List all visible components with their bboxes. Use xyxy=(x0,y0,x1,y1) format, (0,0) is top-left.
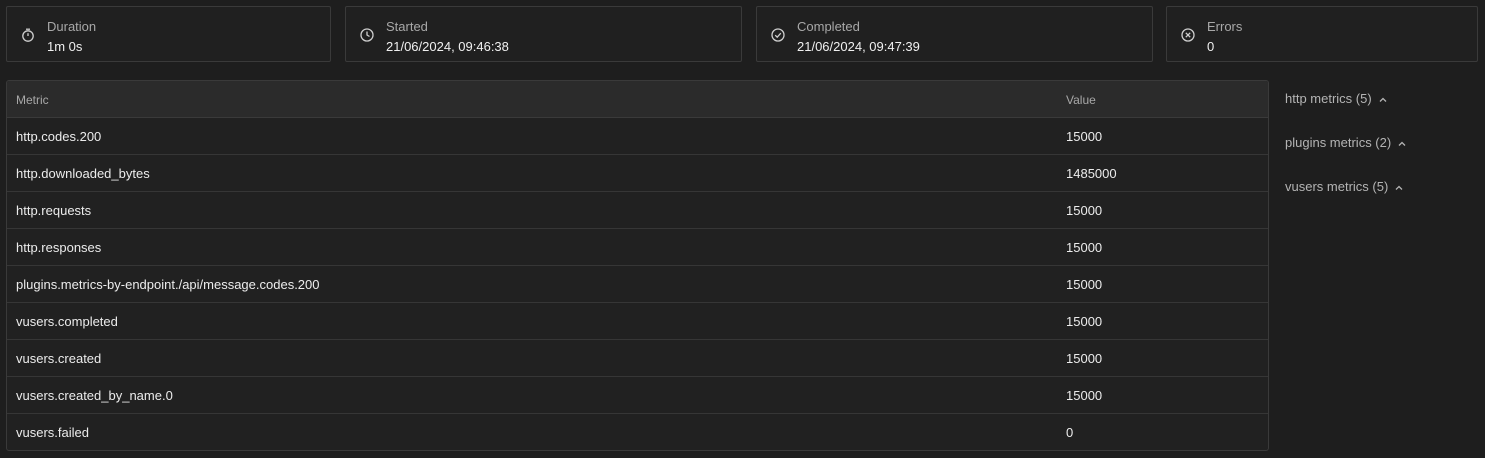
summary-stats: Duration 1m 0s Started 21/06/2024, 09:46… xyxy=(0,0,1485,70)
metric-name: vusers.completed xyxy=(16,314,118,329)
errors-value: 0 xyxy=(1207,39,1215,54)
metric-value: 0 xyxy=(1066,425,1074,440)
table-header: Metric Value xyxy=(7,81,1268,118)
plugins-metrics-toggle[interactable]: plugins metrics (2) xyxy=(1285,132,1475,176)
errors-card: Errors 0 xyxy=(1166,6,1478,62)
metric-name: vusers.created_by_name.0 xyxy=(16,388,173,403)
column-header-value[interactable]: Value xyxy=(1066,93,1096,107)
table-row: vusers.created_by_name.0 15000 xyxy=(7,377,1268,414)
errors-label: Errors xyxy=(1207,19,1243,34)
metric-name: vusers.created xyxy=(16,351,102,366)
metric-name: http.requests xyxy=(16,203,92,218)
http-metrics-label: http metrics (5) xyxy=(1285,91,1372,106)
metric-value: 15000 xyxy=(1066,240,1103,255)
check-circle-icon xyxy=(771,28,785,42)
metric-name: plugins.metrics-by-endpoint./api/message… xyxy=(16,277,320,292)
completed-label: Completed xyxy=(797,19,860,34)
table-row: http.requests 15000 xyxy=(7,192,1268,229)
completed-value: 21/06/2024, 09:47:39 xyxy=(797,39,920,54)
table-row: http.responses 15000 xyxy=(7,229,1268,266)
table-row: vusers.failed 0 xyxy=(7,414,1268,450)
vusers-metrics-label: vusers metrics (5) xyxy=(1285,179,1389,194)
table-row: plugins.metrics-by-endpoint./api/message… xyxy=(7,266,1268,303)
stopwatch-icon xyxy=(22,28,34,42)
metric-name: vusers.failed xyxy=(16,425,89,440)
clock-icon xyxy=(360,28,374,42)
table-row: vusers.created 15000 xyxy=(7,340,1268,377)
table-row: http.codes.200 15000 xyxy=(7,118,1268,155)
duration-label: Duration xyxy=(47,19,97,34)
metric-value: 15000 xyxy=(1066,351,1103,366)
metric-name: http.downloaded_bytes xyxy=(16,166,150,181)
x-circle-icon xyxy=(1181,28,1195,42)
http-metrics-toggle[interactable]: http metrics (5) xyxy=(1285,88,1475,132)
metric-name: http.responses xyxy=(16,240,102,255)
started-value: 21/06/2024, 09:46:38 xyxy=(386,39,509,54)
metric-value: 15000 xyxy=(1066,314,1103,329)
duration-value: 1m 0s xyxy=(47,39,83,54)
vusers-metrics-toggle[interactable]: vusers metrics (5) xyxy=(1285,176,1475,220)
metric-name: http.codes.200 xyxy=(16,129,102,144)
column-header-metric[interactable]: Metric xyxy=(16,93,49,107)
plugins-metrics-label: plugins metrics (2) xyxy=(1285,135,1392,150)
metric-groups-sidebar: http metrics (5) plugins metrics (2) vus… xyxy=(1285,88,1475,220)
metric-value: 15000 xyxy=(1066,277,1103,292)
table-row: http.downloaded_bytes 1485000 xyxy=(7,155,1268,192)
metric-value: 1485000 xyxy=(1066,166,1117,181)
table-row: vusers.completed 15000 xyxy=(7,303,1268,340)
metric-value: 15000 xyxy=(1066,203,1103,218)
metrics-table: Metric Value http.codes.200 15000 http.d… xyxy=(6,80,1269,451)
duration-card: Duration 1m 0s xyxy=(6,6,331,62)
metric-value: 15000 xyxy=(1066,129,1103,144)
started-label: Started xyxy=(386,19,428,34)
chevron-up-icon xyxy=(1395,185,1403,190)
started-card: Started 21/06/2024, 09:46:38 xyxy=(345,6,742,62)
metric-value: 15000 xyxy=(1066,388,1103,403)
chevron-up-icon xyxy=(1398,141,1406,146)
chevron-up-icon xyxy=(1379,97,1387,102)
completed-card: Completed 21/06/2024, 09:47:39 xyxy=(756,6,1153,62)
